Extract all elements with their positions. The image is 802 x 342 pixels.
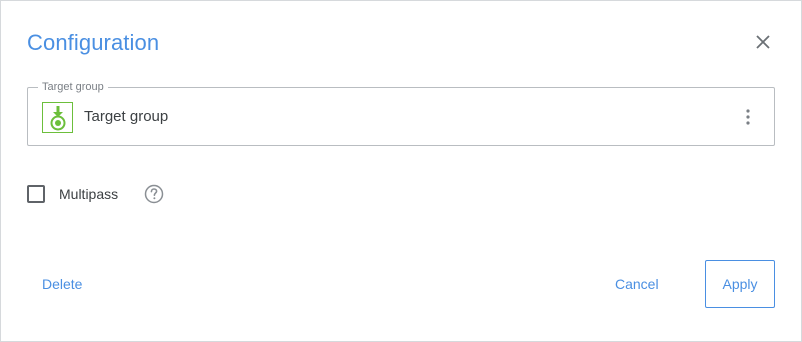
- target-group-value: Target group: [84, 108, 169, 125]
- multipass-label: Multipass: [59, 186, 119, 202]
- dialog-title: Configuration: [27, 30, 160, 55]
- more-vert-icon[interactable]: [740, 104, 756, 130]
- delete-button[interactable]: Delete: [42, 276, 82, 292]
- help-circle-icon[interactable]: [144, 184, 164, 204]
- target-group-icon: [42, 102, 73, 133]
- target-group-legend: Target group: [38, 80, 108, 94]
- target-group-field[interactable]: Target group Target group: [27, 80, 775, 146]
- close-button[interactable]: [751, 30, 775, 54]
- configuration-dialog: Configuration Target group Target group: [0, 0, 802, 342]
- close-icon: [756, 35, 770, 49]
- apply-button[interactable]: Apply: [705, 260, 775, 308]
- cancel-button[interactable]: Cancel: [615, 276, 659, 292]
- multipass-checkbox[interactable]: [27, 185, 45, 203]
